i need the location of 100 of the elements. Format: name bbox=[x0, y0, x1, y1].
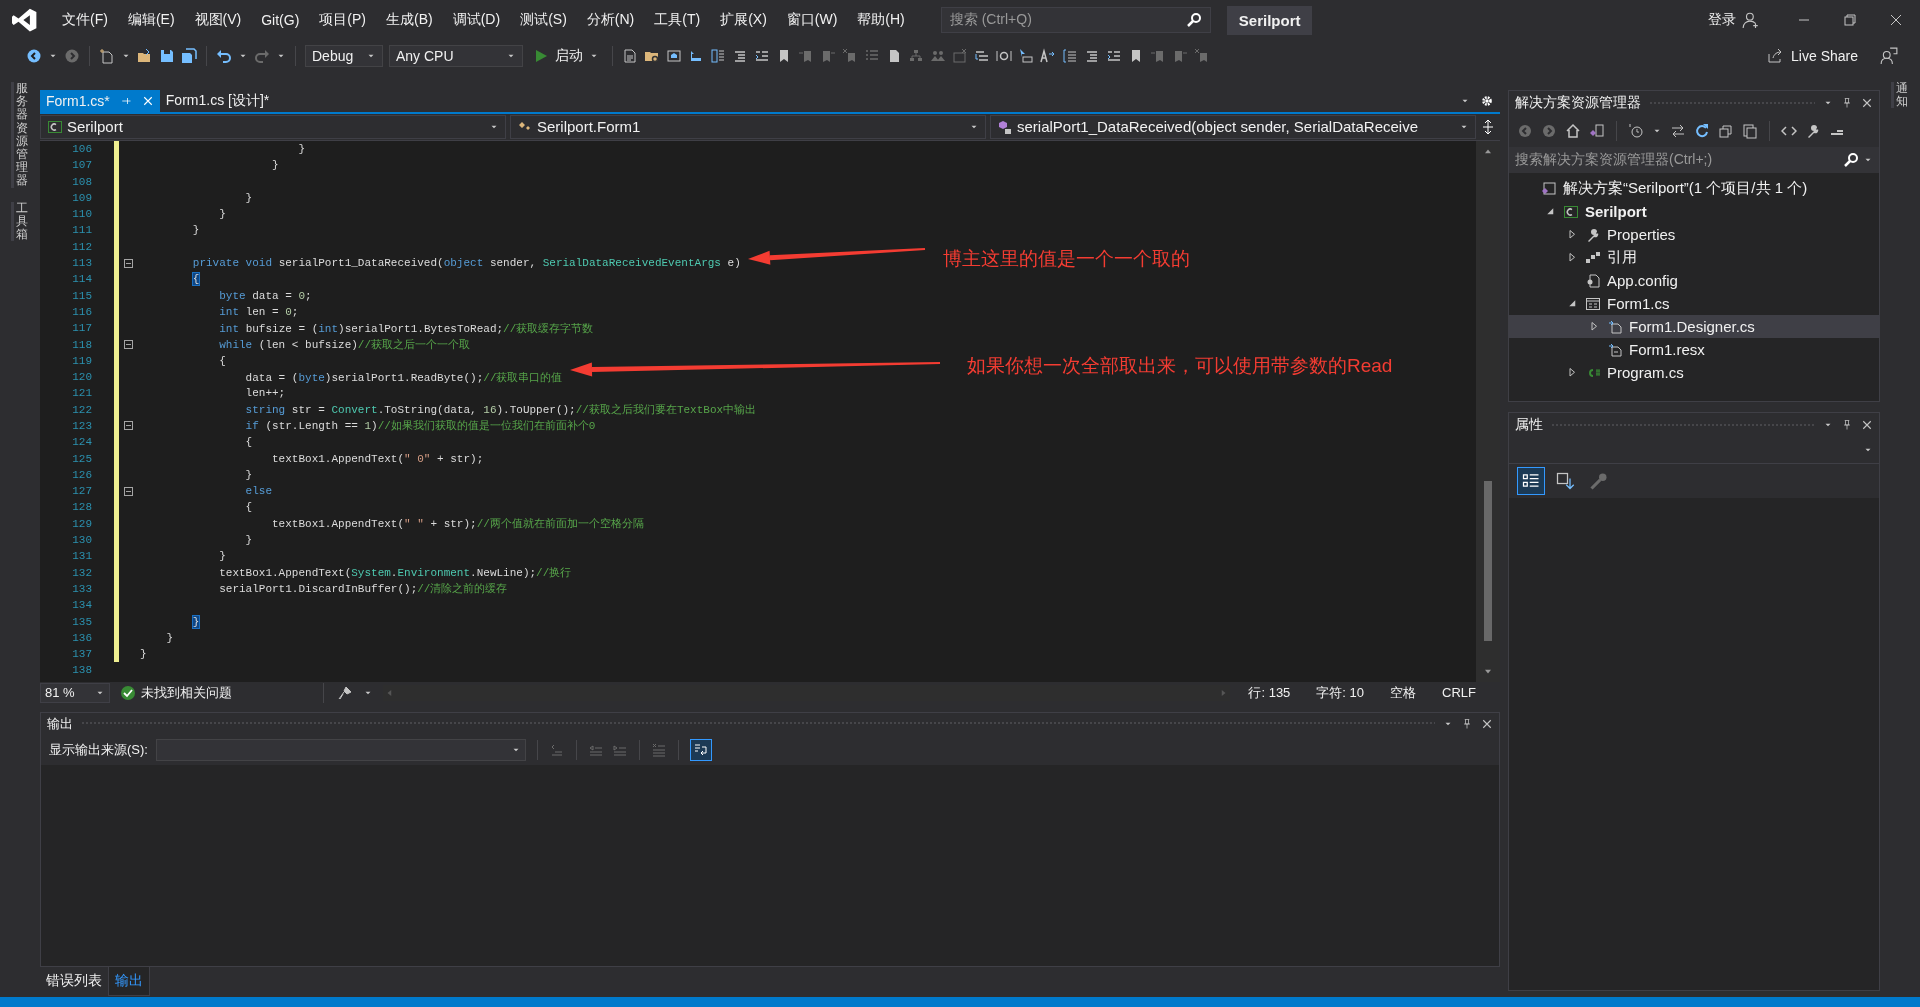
search-icon[interactable] bbox=[1185, 12, 1202, 28]
comment-lines-icon[interactable] bbox=[1106, 48, 1122, 64]
zoom-dropdown[interactable]: 81 % bbox=[40, 682, 110, 703]
collapse-all-icon[interactable] bbox=[1718, 123, 1734, 139]
login-link[interactable]: 登录 bbox=[1708, 11, 1736, 29]
menu-item[interactable]: 帮助(H) bbox=[847, 11, 915, 29]
document-tab[interactable]: Form1.cs* bbox=[40, 89, 160, 112]
menu-item[interactable]: 文件(F) bbox=[52, 11, 118, 29]
document-tab[interactable]: Form1.cs [设计]* bbox=[159, 89, 276, 112]
close-icon[interactable] bbox=[1861, 419, 1873, 431]
scroll-thumb[interactable] bbox=[1484, 481, 1492, 642]
sync-arrows-icon[interactable] bbox=[1670, 123, 1686, 139]
pin-icon[interactable] bbox=[1841, 419, 1853, 431]
app-logo-icon[interactable] bbox=[12, 7, 38, 33]
play-icon[interactable] bbox=[533, 48, 549, 64]
tree-item[interactable]: 解决方案“Serilport”(1 个项目/共 1 个) bbox=[1509, 177, 1879, 200]
panel-tab[interactable]: 错误列表 bbox=[40, 967, 108, 996]
open-folder-icon[interactable] bbox=[137, 48, 153, 64]
code-line: } bbox=[244, 468, 253, 481]
arrow-box-icon[interactable] bbox=[688, 48, 704, 64]
cursor-box-icon[interactable] bbox=[1018, 48, 1034, 64]
tool-window-tab[interactable]: 工具箱 bbox=[10, 201, 30, 242]
search-field[interactable]: 搜索 (Ctrl+Q) bbox=[940, 7, 1211, 33]
comment-lines-icon[interactable] bbox=[754, 48, 770, 64]
project-dropdown[interactable]: Serilport bbox=[40, 114, 506, 139]
code-line: textBox1.AppendText(" 0" + str); bbox=[271, 452, 484, 465]
menu-item[interactable]: 测试(S) bbox=[510, 11, 577, 29]
menu-item[interactable]: 窗口(W) bbox=[776, 11, 848, 29]
collapse-box-icon[interactable] bbox=[124, 421, 133, 431]
tree-item[interactable]: Program.cs bbox=[1509, 361, 1879, 384]
tool-window-tab[interactable]: 通知 bbox=[1890, 82, 1910, 109]
collapse-box-icon[interactable] bbox=[124, 486, 133, 496]
feedback-person-icon[interactable] bbox=[1880, 47, 1898, 65]
menu-item[interactable]: 分析(N) bbox=[576, 11, 645, 29]
close-icon[interactable] bbox=[1481, 717, 1493, 730]
panel-tab[interactable]: 输出 bbox=[108, 967, 150, 997]
line-number: 108 bbox=[71, 175, 93, 188]
tool-window-tab[interactable]: 服务器资源管理器 bbox=[10, 82, 30, 188]
menu-item[interactable]: 扩展(X) bbox=[710, 11, 777, 29]
search-icon[interactable] bbox=[1843, 152, 1859, 168]
solution-view-icon[interactable] bbox=[1589, 123, 1605, 139]
document-list-icon[interactable] bbox=[622, 48, 638, 64]
close-icon[interactable] bbox=[1861, 97, 1873, 109]
indent-lines-icon[interactable] bbox=[732, 48, 748, 64]
restore-icon[interactable] bbox=[1842, 12, 1858, 28]
sort-image-icon bbox=[1555, 471, 1575, 491]
new-item-icon[interactable] bbox=[99, 48, 115, 64]
copy-files-icon[interactable] bbox=[1742, 123, 1758, 139]
menu-item[interactable]: 生成(B) bbox=[376, 11, 443, 29]
share-icon[interactable] bbox=[1767, 48, 1784, 64]
history-icon[interactable] bbox=[1628, 123, 1644, 139]
menu-item[interactable]: 视图(V) bbox=[184, 11, 252, 29]
bracket-list-icon[interactable] bbox=[1062, 48, 1078, 64]
save-all-icon[interactable] bbox=[181, 48, 197, 64]
line-number: 138 bbox=[71, 664, 93, 677]
letter-arrow-icon[interactable] bbox=[1040, 48, 1056, 64]
search-field[interactable]: 搜索解决方案资源管理器(Ctrl+;) bbox=[1509, 147, 1879, 173]
class-dropdown[interactable]: Serilport.Form1 bbox=[510, 114, 986, 139]
step-down-icon[interactable] bbox=[974, 48, 990, 64]
view-button[interactable] bbox=[1517, 467, 1545, 495]
member-dropdown[interactable]: serialPort1_DataReceived(object sender, SerialDataReceive bbox=[990, 114, 1476, 139]
undo-icon[interactable] bbox=[216, 48, 232, 64]
platform-dropdown[interactable]: Any CPU bbox=[389, 45, 523, 67]
menu-item[interactable]: 调试(D) bbox=[442, 11, 511, 29]
tree-item[interactable]: Form1.Designer.cs bbox=[1509, 315, 1879, 338]
home-icon[interactable] bbox=[1565, 123, 1581, 139]
collapse-box-icon[interactable] bbox=[124, 258, 133, 268]
brush-icon[interactable] bbox=[337, 684, 353, 701]
menu-item[interactable]: 编辑(E) bbox=[117, 11, 185, 29]
person-add-icon[interactable] bbox=[1742, 11, 1760, 29]
configuration-dropdown[interactable]: Debug bbox=[305, 45, 383, 67]
tree-item[interactable]: 引用 bbox=[1509, 246, 1879, 269]
close-icon[interactable] bbox=[141, 94, 154, 107]
menu-item[interactable]: 工具(T) bbox=[644, 11, 711, 29]
save-icon[interactable] bbox=[159, 48, 175, 64]
tree-item[interactable]: Serilport bbox=[1509, 200, 1879, 223]
tree-item[interactable]: Form1.cs bbox=[1509, 292, 1879, 315]
split-window-icon[interactable] bbox=[1480, 118, 1496, 135]
pin-icon[interactable] bbox=[1461, 717, 1473, 730]
tree-item[interactable]: Properties bbox=[1509, 223, 1879, 246]
back-icon[interactable] bbox=[26, 48, 42, 64]
collapse-box-icon[interactable] bbox=[124, 340, 133, 349]
refresh-icon[interactable] bbox=[1694, 123, 1710, 139]
menu-item[interactable]: 项目(P) bbox=[309, 11, 376, 29]
indent-lines-icon[interactable] bbox=[1084, 48, 1100, 64]
live-share-button[interactable]: Live Share bbox=[1767, 48, 1858, 64]
tree-item[interactable]: App.config bbox=[1509, 269, 1879, 292]
word-wrap-button[interactable] bbox=[689, 738, 712, 761]
home-window-icon[interactable] bbox=[666, 48, 682, 64]
line-number: 126 bbox=[71, 468, 93, 481]
tree-item[interactable]: Form1.resx bbox=[1509, 338, 1879, 361]
line-number: 137 bbox=[71, 648, 93, 661]
issues-status[interactable]: 未找到相关问题 bbox=[141, 683, 232, 702]
close-icon[interactable] bbox=[1888, 12, 1904, 28]
menu-item[interactable]: Git(G) bbox=[251, 12, 310, 28]
panel-split-icon[interactable] bbox=[710, 48, 726, 64]
line-number: 116 bbox=[71, 305, 93, 318]
pin-icon[interactable] bbox=[1841, 97, 1853, 109]
start-button[interactable]: 启动 bbox=[529, 47, 603, 65]
settings-icon[interactable] bbox=[1480, 93, 1494, 108]
